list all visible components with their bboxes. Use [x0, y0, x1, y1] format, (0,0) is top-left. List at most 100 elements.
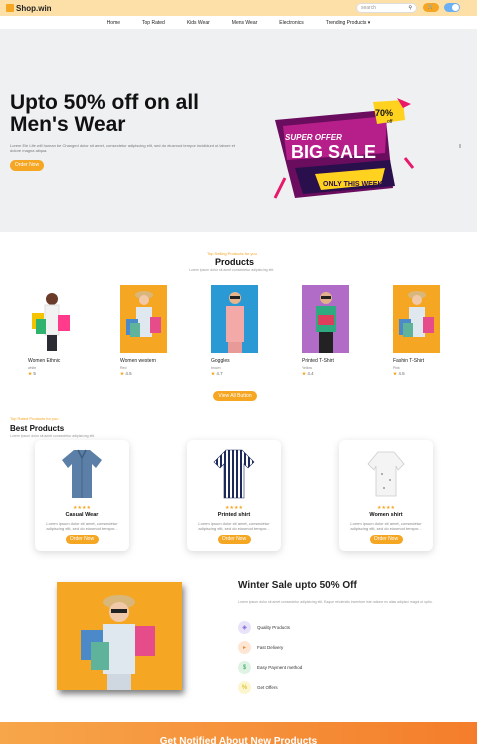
best-product-card[interactable]: ★★★★ Women shirt Lorem ipsum dolor sit a…	[339, 440, 433, 551]
newsletter-banner: Get Notified About New Products	[0, 722, 477, 747]
product-image	[211, 285, 258, 353]
product-rating: ★ 5	[28, 371, 88, 377]
hero-title: Upto 50% off on all Men's Wear	[10, 91, 199, 136]
product-image	[393, 285, 440, 353]
product-color: brown	[211, 366, 221, 370]
rating-value: 4.5	[398, 371, 405, 376]
product-card[interactable]: Printed T-Shirt Yellow ★ 4.4	[302, 285, 362, 377]
caret-down-icon: ▾	[367, 19, 371, 26]
star-icon: ★	[28, 371, 33, 376]
nav-top-rated[interactable]: Top Rated	[142, 20, 165, 26]
rating-value: 5	[33, 371, 36, 376]
cart-button[interactable]: 🛒	[423, 3, 439, 12]
star-icon: ★	[211, 371, 216, 376]
product-color: Pink	[393, 366, 400, 370]
product-image	[120, 285, 167, 353]
product-image	[28, 285, 75, 353]
order-now-button[interactable]: Order Now	[369, 535, 403, 544]
products-subtitle: Top Selling Products for you	[207, 251, 257, 256]
badge-main-text: BIG SALE	[291, 142, 376, 162]
nav-mens-wear[interactable]: Mens Wear	[232, 20, 257, 26]
order-now-button[interactable]: Order Now	[65, 535, 99, 544]
hero-description: Lorem Ele Life will human be Changed dol…	[10, 143, 236, 153]
search-icon[interactable]: ⚲	[408, 5, 412, 11]
best-subtitle: Top Rated Products for you	[10, 416, 59, 421]
winter-sale-image	[57, 582, 182, 690]
product-card[interactable]: Women western Red ★ 4.5	[120, 285, 180, 377]
star-icon: ★	[393, 371, 398, 376]
top-bar: Shop.win search ⚲ 🛒	[0, 0, 477, 16]
best-product-name: Casual Wear	[65, 512, 99, 518]
best-product-description: Lorem ipsum dolor sit amet, consectetur …	[198, 521, 270, 531]
nav-trending-label: Trending Products	[325, 19, 367, 26]
nav-electronics[interactable]: Electronics	[279, 20, 303, 26]
product-name: Fashin T-Shirt	[393, 358, 425, 364]
order-now-button[interactable]: Order Now	[217, 535, 251, 544]
best-description: Lorem ipsum dolor sit amet consectetur a…	[10, 434, 96, 438]
delivery-icon: ▸	[238, 641, 251, 654]
brand-name: Shop.win	[16, 3, 52, 13]
rating-stars: ★★★★	[73, 505, 91, 511]
product-image	[364, 446, 408, 501]
search-placeholder: search	[361, 5, 377, 11]
product-card[interactable]: Fashin T-Shirt Pink ★ 4.5	[393, 285, 453, 377]
product-rating: ★ 4.5	[120, 371, 180, 377]
product-image	[212, 446, 256, 501]
badge-top-text: SUPER OFFER	[285, 133, 342, 142]
main-nav: Home Top Rated Kids Wear Mens Wear Elect…	[0, 16, 477, 30]
slider-dot[interactable]	[459, 144, 461, 148]
nav-kids-wear[interactable]: Kids Wear	[187, 20, 210, 26]
product-name: Women Ethnic	[28, 358, 61, 364]
nav-home[interactable]: Home	[107, 20, 120, 26]
products-title: Products	[215, 257, 255, 267]
best-product-description: Lorem ipsum dolor sit amet, consectetur …	[46, 521, 118, 531]
product-image	[302, 285, 349, 353]
product-rating: ★ 4.7	[211, 371, 271, 377]
offer-icon: %	[238, 681, 251, 694]
feature-item: $ Easy Payment method	[238, 661, 302, 674]
best-product-name: Printed shirt	[217, 512, 251, 518]
product-name: Printed T-Shirt	[302, 358, 334, 364]
product-card[interactable]: Women Ethnic white ★ 5	[28, 285, 88, 377]
best-product-card[interactable]: ★★★★ Casual Wear Lorem ipsum dolor sit a…	[35, 440, 129, 551]
toggle-knob	[452, 4, 459, 11]
winter-sale-title: Winter Sale upto 50% Off	[238, 580, 357, 591]
cart-icon: 🛒	[427, 4, 435, 10]
product-name: Women western	[120, 358, 157, 364]
big-sale-badge: SUPER OFFER BIG SALE ONLY THIS WEEK 70% …	[273, 98, 415, 199]
best-title: Best Products	[10, 424, 65, 433]
star-icon: ★	[302, 371, 307, 376]
product-color: Yellow	[302, 366, 312, 370]
view-all-button[interactable]: View All Button	[213, 391, 257, 401]
search-input[interactable]: search ⚲	[356, 3, 417, 13]
feature-item: ▸ Fast Delivery	[238, 641, 283, 654]
product-rating: ★ 4.4	[302, 371, 362, 377]
best-product-description: Lorem ipsum dolor sit amet, consectetur …	[350, 521, 422, 531]
badge-pct-text: 70%	[375, 108, 393, 118]
hero-order-button[interactable]: Order Now	[10, 160, 44, 171]
theme-toggle[interactable]	[444, 3, 460, 12]
shopping-bag-icon	[6, 4, 14, 12]
product-image	[60, 446, 104, 501]
rating-value: 4.5	[125, 371, 132, 376]
product-color: white	[28, 366, 37, 370]
feature-label: Get Offers	[257, 685, 278, 690]
winter-sale-description: Lorem ipsum dolor sit amet consectetur a…	[238, 600, 433, 604]
products-description: Lorem ipsum dolor sit amet consectetur a…	[189, 268, 275, 272]
product-card[interactable]: Goggles brown ★ 4.7	[211, 285, 271, 377]
feature-label: Quality Products	[257, 625, 291, 630]
badge-bottom-text: ONLY THIS WEEK	[323, 181, 383, 188]
nav-trending-dropdown[interactable]: Trending Products ▾	[326, 20, 371, 26]
feature-item: ◈ Quality Products	[238, 621, 290, 634]
star-icon: ★	[120, 371, 125, 376]
quality-icon: ◈	[238, 621, 251, 634]
rating-stars: ★★★★	[225, 505, 243, 511]
hero-banner: Upto 50% off on all Men's Wear Lorem Ele…	[0, 30, 477, 232]
logo[interactable]: Shop.win	[6, 4, 52, 13]
newsletter-title: Get Notified About New Products	[159, 736, 318, 747]
best-product-card[interactable]: ★★★★ Printed shirt Lorem ipsum dolor sit…	[187, 440, 281, 551]
feature-label: Fast Delivery	[257, 645, 284, 650]
payment-icon: $	[238, 661, 251, 674]
rating-value: 4.4	[307, 371, 314, 376]
feature-item: % Get Offers	[238, 681, 278, 694]
